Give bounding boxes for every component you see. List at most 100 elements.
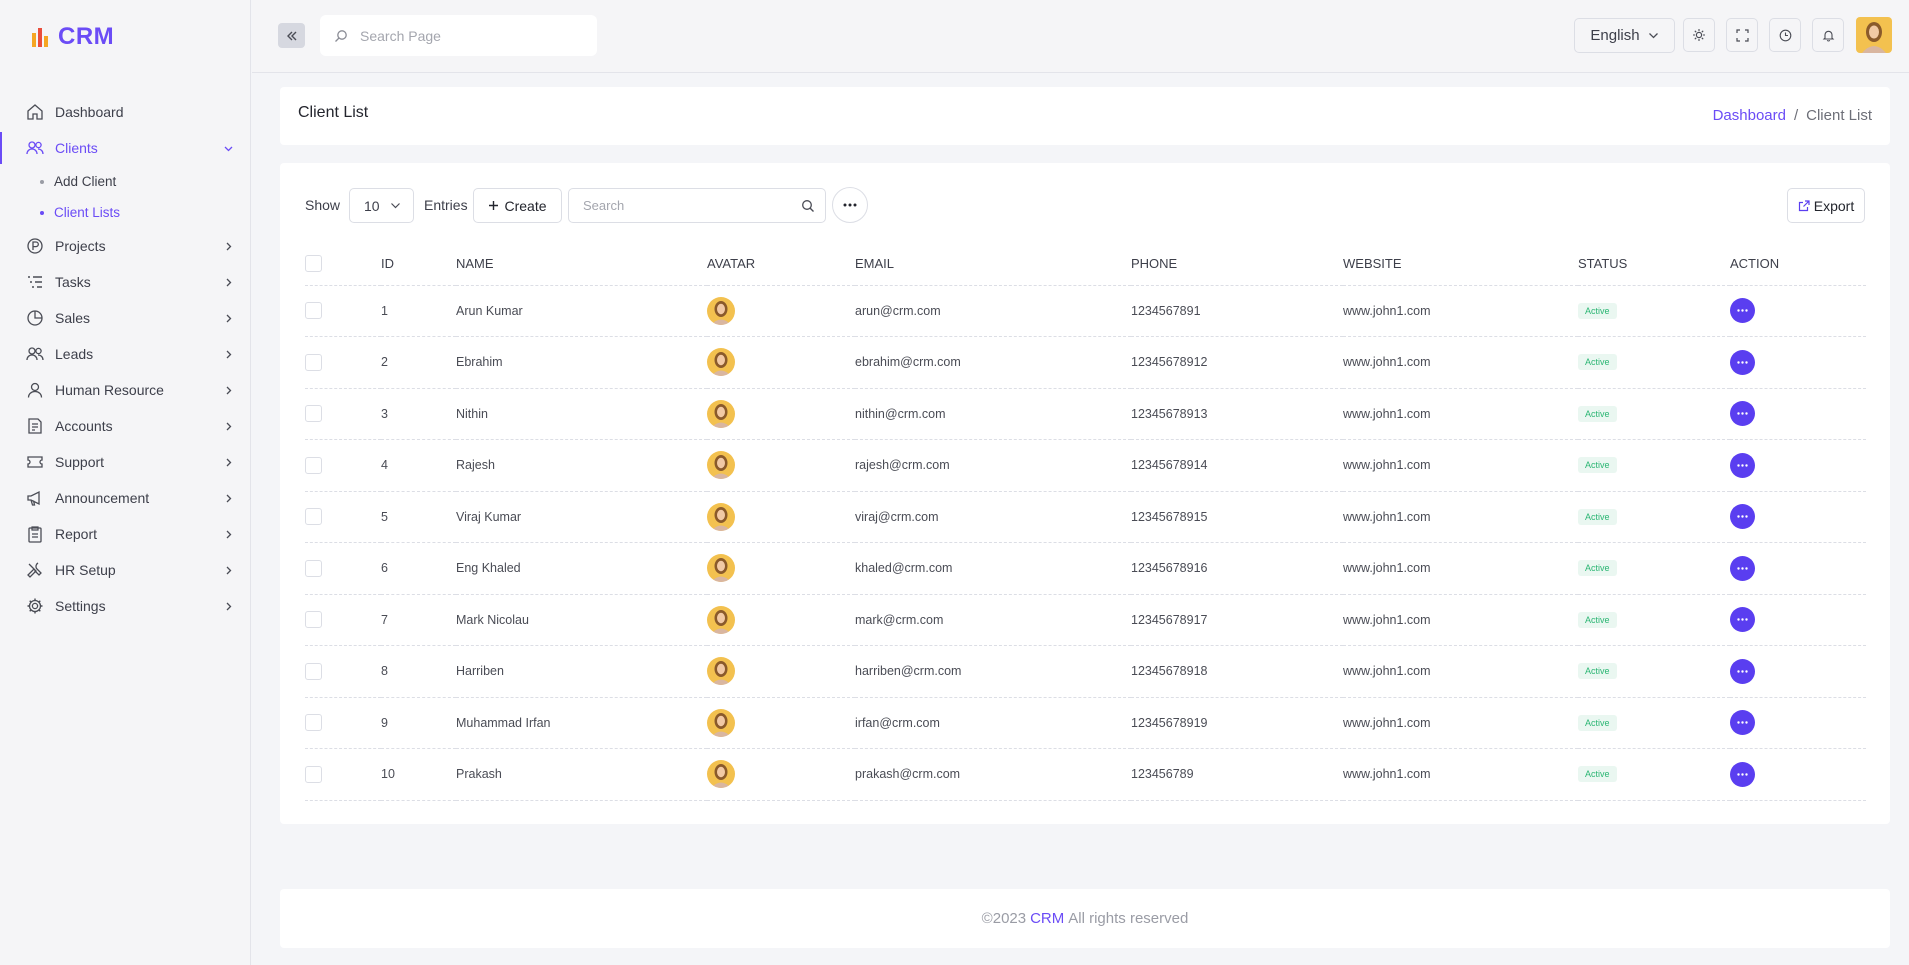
create-client-button[interactable]: Create: [473, 188, 562, 223]
search-icon: [335, 29, 347, 42]
sidebar-item-human-resource[interactable]: Human Resource: [0, 372, 250, 408]
column-header-website[interactable]: WEBSITE: [1343, 243, 1578, 286]
row-checkbox[interactable]: [305, 559, 322, 577]
breadcrumb-dashboard-link[interactable]: Dashboard: [1713, 107, 1786, 124]
row-checkbox[interactable]: [305, 765, 322, 783]
cell-email: mark@crm.com: [855, 594, 1131, 646]
table-search-input[interactable]: [583, 198, 783, 213]
cell-avatar: [707, 594, 855, 646]
chevron-right-icon: [222, 600, 234, 612]
row-action-button[interactable]: [1730, 710, 1755, 736]
avatar: [707, 657, 735, 686]
entries-select[interactable]: 10: [349, 188, 414, 223]
row-checkbox[interactable]: [305, 611, 322, 629]
sidebar-subitem-client-lists[interactable]: Client Lists: [0, 197, 250, 228]
sidebar-item-support[interactable]: Support: [0, 444, 250, 480]
cell-phone: 12345678918: [1131, 645, 1343, 698]
theme-toggle-button[interactable]: [1683, 18, 1715, 52]
cell-phone: 12345678912: [1131, 336, 1343, 389]
ellipsis-icon: [1737, 773, 1748, 776]
leads-icon: [26, 345, 44, 363]
cell-status: Active: [1578, 542, 1730, 595]
row-action-button[interactable]: [1730, 452, 1755, 478]
ticket-icon: [26, 453, 44, 471]
ellipsis-icon: [1737, 670, 1748, 673]
timer-button[interactable]: [1769, 18, 1801, 52]
row-action-button[interactable]: [1730, 401, 1755, 427]
fullscreen-button[interactable]: [1726, 18, 1758, 52]
column-header-id[interactable]: ID: [381, 243, 456, 286]
sidebar-item-announcement[interactable]: Announcement: [0, 480, 250, 516]
sidebar-item-label: Settings: [55, 598, 106, 614]
cell-status: Active: [1578, 336, 1730, 389]
sidebar-item-label: Leads: [55, 346, 94, 362]
sidebar-item-settings[interactable]: Settings: [0, 588, 250, 624]
sidebar-item-projects[interactable]: Projects: [0, 228, 250, 264]
external-link-icon: [1798, 199, 1810, 211]
row-action-button[interactable]: [1730, 349, 1755, 375]
row-checkbox[interactable]: [305, 714, 322, 732]
sidebar-item-report[interactable]: Report: [0, 516, 250, 552]
cell-phone: 12345678917: [1131, 594, 1343, 646]
cell-name: Harriben: [456, 645, 707, 698]
row-checkbox[interactable]: [305, 662, 322, 680]
column-header-status[interactable]: STATUS: [1578, 243, 1730, 286]
row-action-button[interactable]: [1730, 607, 1755, 633]
avatar: [707, 296, 735, 325]
sidebar-item-accounts[interactable]: Accounts: [0, 408, 250, 444]
column-header-email[interactable]: EMAIL: [855, 243, 1131, 286]
row-action-button[interactable]: [1730, 761, 1755, 787]
row-select-cell: [305, 285, 381, 337]
more-options-button[interactable]: [832, 187, 868, 223]
fullscreen-icon: [1735, 28, 1749, 42]
page-search: [320, 15, 597, 56]
sidebar-item-dashboard[interactable]: Dashboard: [0, 94, 250, 130]
notifications-button[interactable]: [1812, 18, 1844, 52]
collapse-sidebar-button[interactable]: [278, 23, 305, 48]
row-action-button[interactable]: [1730, 298, 1755, 324]
user-avatar[interactable]: [1856, 17, 1892, 53]
table-search: [568, 188, 826, 223]
cell-email: nithin@crm.com: [855, 388, 1131, 440]
cell-action: [1730, 645, 1866, 698]
cell-action: [1730, 491, 1866, 543]
status-badge: Active: [1578, 457, 1617, 474]
column-header-name[interactable]: NAME: [456, 243, 707, 286]
language-select[interactable]: English: [1574, 18, 1675, 53]
row-checkbox[interactable]: [305, 405, 322, 423]
sidebar-item-clients[interactable]: Clients: [0, 130, 250, 166]
column-header-phone[interactable]: PHONE: [1131, 243, 1343, 286]
sidebar-item-tasks[interactable]: Tasks: [0, 264, 250, 300]
avatar: [707, 708, 735, 737]
status-badge: Active: [1578, 663, 1617, 680]
sidebar-subitem-add-client[interactable]: Add Client: [0, 166, 250, 197]
sidebar-item-sales[interactable]: Sales: [0, 300, 250, 336]
avatar: [707, 760, 735, 789]
cell-action: [1730, 542, 1866, 595]
row-select-cell: [305, 645, 381, 698]
cell-name: Muhammad Irfan: [456, 697, 707, 749]
ellipsis-icon: [1737, 515, 1748, 518]
row-action-button[interactable]: [1730, 658, 1755, 684]
row-checkbox[interactable]: [305, 353, 322, 371]
cell-email: viraj@crm.com: [855, 491, 1131, 543]
footer-brand-link[interactable]: CRM: [1030, 910, 1064, 927]
sidebar-item-hr-setup[interactable]: HR Setup: [0, 552, 250, 588]
page-search-input[interactable]: [360, 27, 580, 44]
cell-website: www.john1.com: [1343, 594, 1578, 646]
cell-phone: 12345678913: [1131, 388, 1343, 440]
brand-logo[interactable]: CRM: [0, 0, 250, 73]
row-checkbox[interactable]: [305, 508, 322, 526]
chevron-down-icon: [222, 142, 234, 154]
table-row: 8 Harriben harriben@crm.com 12345678918 www.…: [305, 645, 1866, 698]
row-action-button[interactable]: [1730, 555, 1755, 581]
sidebar-item-leads[interactable]: Leads: [0, 336, 250, 372]
select-all-checkbox[interactable]: [305, 255, 322, 273]
row-checkbox[interactable]: [305, 302, 322, 320]
row-checkbox[interactable]: [305, 456, 322, 474]
row-action-button[interactable]: [1730, 504, 1755, 530]
search-icon[interactable]: [801, 199, 815, 213]
chevron-down-icon: [1648, 33, 1658, 39]
chevron-right-icon: [222, 240, 234, 252]
export-button[interactable]: Export: [1787, 188, 1865, 223]
